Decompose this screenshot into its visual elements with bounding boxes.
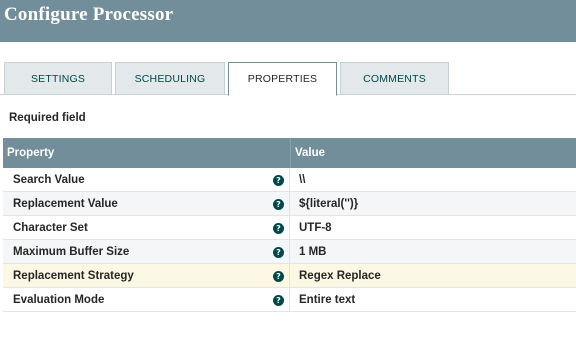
tab-settings[interactable]: SETTINGS bbox=[4, 62, 112, 94]
dialog-title: Configure Processor bbox=[4, 4, 174, 25]
property-value-cell[interactable]: Entire text bbox=[290, 288, 576, 311]
tab-properties[interactable]: PROPERTIES bbox=[228, 62, 337, 96]
property-name: Evaluation Mode bbox=[13, 293, 105, 306]
help-icon[interactable]: ? bbox=[273, 199, 284, 210]
property-value-cell[interactable]: \\ bbox=[290, 168, 576, 191]
column-header-property[interactable]: Property bbox=[3, 138, 290, 168]
table-row[interactable]: Search Value ? \\ bbox=[3, 168, 576, 192]
help-icon[interactable]: ? bbox=[273, 295, 284, 306]
help-icon[interactable]: ? bbox=[273, 175, 284, 186]
help-icon[interactable]: ? bbox=[273, 247, 284, 258]
table-row[interactable]: Replacement Value ? ${literal('')} bbox=[3, 192, 576, 216]
property-name: Search Value bbox=[13, 173, 85, 186]
property-name-cell: Maximum Buffer Size ? bbox=[3, 240, 290, 263]
table-row[interactable]: Evaluation Mode ? Entire text bbox=[3, 288, 576, 312]
help-icon[interactable]: ? bbox=[273, 223, 284, 234]
tab-comments[interactable]: COMMENTS bbox=[340, 62, 449, 94]
property-value-cell[interactable]: Regex Replace bbox=[290, 264, 576, 287]
property-value-cell[interactable]: ${literal('')} bbox=[290, 192, 576, 215]
property-value-cell[interactable]: 1 MB bbox=[290, 240, 576, 263]
property-value-cell[interactable]: UTF-8 bbox=[290, 216, 576, 239]
column-header-value[interactable]: Value bbox=[290, 138, 576, 168]
table-header: Property Value bbox=[3, 138, 576, 168]
property-name: Maximum Buffer Size bbox=[13, 245, 130, 258]
tab-scheduling[interactable]: SCHEDULING bbox=[115, 62, 225, 94]
property-name: Replacement Value bbox=[13, 197, 118, 210]
property-name-cell: Replacement Value ? bbox=[3, 192, 290, 215]
required-field-label: Required field bbox=[9, 112, 86, 124]
table-row[interactable]: Character Set ? UTF-8 bbox=[3, 216, 576, 240]
help-icon[interactable]: ? bbox=[273, 271, 284, 282]
property-name-cell: Search Value ? bbox=[3, 168, 290, 191]
property-name-cell: Replacement Strategy ? bbox=[3, 264, 290, 287]
property-name-cell: Character Set ? bbox=[3, 216, 290, 239]
dialog-header: Configure Processor bbox=[0, 0, 576, 42]
properties-table: Property Value Search Value ? \\ Replace… bbox=[3, 138, 576, 312]
property-name-cell: Evaluation Mode ? bbox=[3, 288, 290, 311]
property-name: Character Set bbox=[13, 221, 88, 234]
table-row-selected[interactable]: Replacement Strategy ? Regex Replace bbox=[3, 264, 576, 288]
tab-bar: SETTINGS SCHEDULING PROPERTIES COMMENTS bbox=[0, 62, 576, 96]
table-row[interactable]: Maximum Buffer Size ? 1 MB bbox=[3, 240, 576, 264]
property-name: Replacement Strategy bbox=[13, 269, 134, 282]
